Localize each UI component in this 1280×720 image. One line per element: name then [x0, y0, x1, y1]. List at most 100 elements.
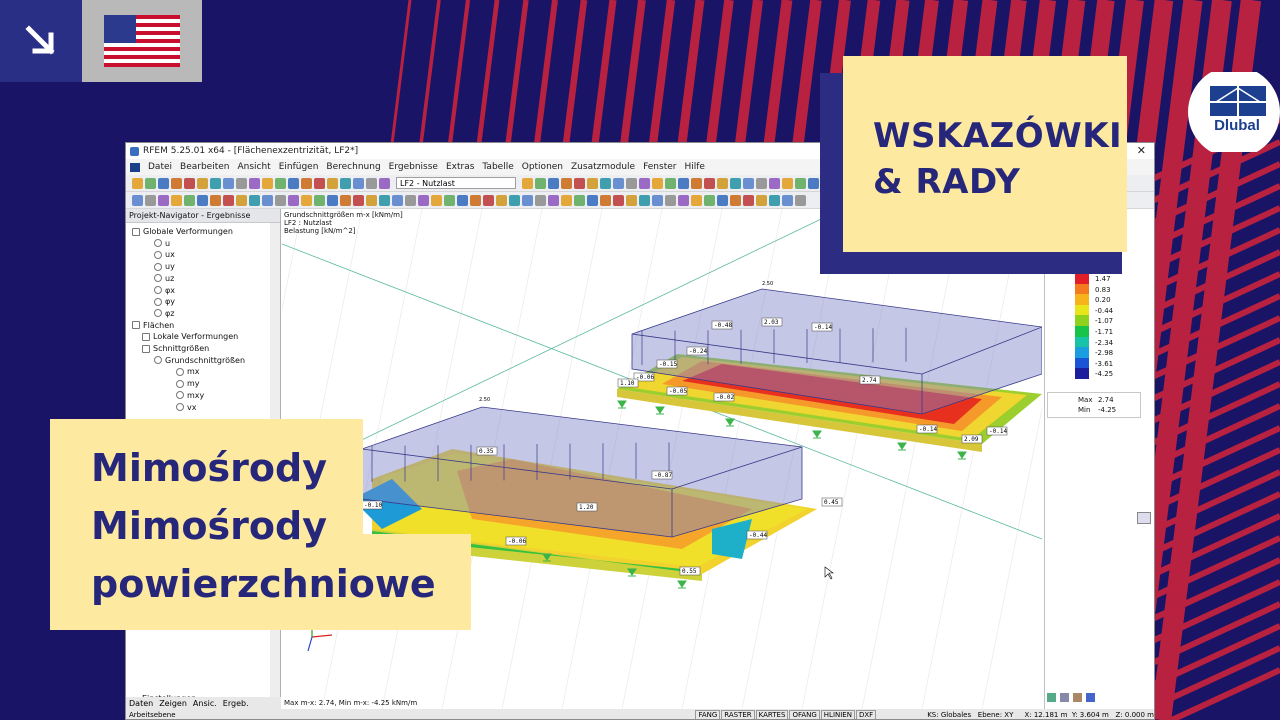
- toolbar-button[interactable]: [223, 194, 234, 206]
- toolbar-button[interactable]: [197, 177, 208, 189]
- navigator-item[interactable]: my: [176, 378, 200, 389]
- checkbox-icon[interactable]: [142, 344, 150, 353]
- toolbar-button[interactable]: [613, 177, 624, 189]
- toolbar-button[interactable]: [457, 194, 468, 206]
- radio-icon[interactable]: [176, 403, 184, 411]
- toolbar-button[interactable]: [769, 194, 780, 206]
- toolbar-button[interactable]: [132, 194, 143, 206]
- toolbar-button[interactable]: [522, 177, 533, 189]
- load-case-select[interactable]: LF2 - Nutzlast: [396, 177, 516, 189]
- toolbar-button[interactable]: [743, 194, 754, 206]
- toolbar-button[interactable]: [548, 177, 559, 189]
- toolbar-button[interactable]: [392, 194, 403, 206]
- toolbar-button[interactable]: [678, 194, 689, 206]
- toolbar-button[interactable]: [756, 194, 767, 206]
- toolbar-button[interactable]: [314, 194, 325, 206]
- menu-einfuegen[interactable]: Einfügen: [279, 162, 319, 172]
- toolbar-button[interactable]: [340, 177, 351, 189]
- toolbar-button[interactable]: [158, 177, 169, 189]
- toolbar-button[interactable]: [366, 194, 377, 206]
- menu-datei[interactable]: Datei: [148, 162, 172, 172]
- tab-ansicht[interactable]: Ansic.: [193, 699, 217, 708]
- radio-icon[interactable]: [154, 309, 162, 318]
- menu-optionen[interactable]: Optionen: [522, 162, 563, 172]
- toolbar-button[interactable]: [470, 194, 481, 206]
- toolbar-button[interactable]: [145, 194, 156, 206]
- toolbar-button[interactable]: [574, 177, 585, 189]
- toolbar-button[interactable]: [197, 194, 208, 206]
- status-dxf-button[interactable]: DXF: [855, 710, 877, 719]
- navigator-item[interactable]: ux: [154, 249, 175, 260]
- navigator-item[interactable]: u: [154, 238, 170, 249]
- toolbar-button[interactable]: [379, 177, 390, 189]
- checkbox-icon[interactable]: [132, 227, 140, 236]
- toolbar-button[interactable]: [340, 194, 351, 206]
- menu-extras[interactable]: Extras: [446, 162, 474, 172]
- navigator-item[interactable]: mxy: [176, 390, 204, 401]
- toolbar-button[interactable]: [743, 177, 754, 189]
- radio-icon[interactable]: [154, 286, 162, 294]
- toolbar-button[interactable]: [431, 194, 442, 206]
- toolbar-button[interactable]: [808, 177, 819, 189]
- menu-fenster[interactable]: Fenster: [643, 162, 676, 172]
- toolbar-button[interactable]: [210, 177, 221, 189]
- toolbar-button[interactable]: [288, 177, 299, 189]
- toolbar-button[interactable]: [600, 177, 611, 189]
- toolbar-button[interactable]: [691, 194, 702, 206]
- radio-icon[interactable]: [176, 367, 184, 376]
- dlubal-logo[interactable]: Dlubal: [1182, 72, 1280, 152]
- toolbar-button[interactable]: [327, 194, 338, 206]
- menu-zusatzmodule[interactable]: Zusatzmodule: [571, 162, 635, 172]
- toolbar-button[interactable]: [717, 194, 728, 206]
- menu-ansicht[interactable]: Ansicht: [237, 162, 270, 172]
- toolbar-button[interactable]: [353, 194, 364, 206]
- toolbar-button[interactable]: [717, 177, 728, 189]
- toolbar-button[interactable]: [275, 177, 286, 189]
- toolbar-button[interactable]: [522, 194, 533, 206]
- menu-tabelle[interactable]: Tabelle: [482, 162, 513, 172]
- menu-app-icon[interactable]: [130, 162, 140, 172]
- status-fang-button[interactable]: FANG: [695, 710, 721, 719]
- toolbar-button[interactable]: [678, 177, 689, 189]
- toolbar-button[interactable]: [262, 177, 273, 189]
- corner-arrow-tile[interactable]: [0, 0, 82, 82]
- toolbar-button[interactable]: [535, 177, 546, 189]
- toolbar-button[interactable]: [639, 177, 650, 189]
- navigator-item[interactable]: Lokale Verformungen: [142, 331, 238, 342]
- navigator-item[interactable]: φy: [154, 296, 175, 307]
- radio-icon[interactable]: [176, 391, 184, 400]
- toolbar-button[interactable]: [327, 177, 338, 189]
- menu-hilfe[interactable]: Hilfe: [684, 162, 704, 172]
- toolbar-button[interactable]: [730, 177, 741, 189]
- navigator-item[interactable]: Schnittgrößen: [142, 343, 209, 354]
- toolbar-button[interactable]: [405, 194, 416, 206]
- toolbar-button[interactable]: [587, 194, 598, 206]
- toolbar-button[interactable]: [366, 177, 377, 189]
- toolbar-button[interactable]: [132, 177, 143, 189]
- toolbar-button[interactable]: [756, 177, 767, 189]
- menu-ergebnisse[interactable]: Ergebnisse: [389, 162, 438, 172]
- toolbar-button[interactable]: [184, 177, 195, 189]
- toolbar-button[interactable]: [262, 194, 273, 206]
- tab-zeigen[interactable]: Zeigen: [159, 699, 187, 708]
- navigator-item[interactable]: φx: [154, 285, 175, 296]
- toolbar-button[interactable]: [145, 177, 156, 189]
- toolbar-button[interactable]: [353, 177, 364, 189]
- model-3d-view[interactable]: 2.03-0.48 -0.14-0.24-0.15-0.061.10 2.74-0.…: [282, 209, 1042, 709]
- legend-color-icon[interactable]: [1086, 693, 1095, 702]
- toolbar-button[interactable]: [782, 177, 793, 189]
- toolbar-button[interactable]: [639, 194, 650, 206]
- toolbar-button[interactable]: [704, 177, 715, 189]
- toolbar-button[interactable]: [613, 194, 624, 206]
- toolbar-button[interactable]: [691, 177, 702, 189]
- navigator-item[interactable]: φz: [154, 308, 174, 319]
- status-kartes-button[interactable]: KARTES: [755, 710, 789, 719]
- status-ofang-button[interactable]: OFANG: [789, 710, 820, 719]
- toolbar-button[interactable]: [171, 194, 182, 206]
- legend-table-icon[interactable]: [1047, 693, 1056, 702]
- toolbar-button[interactable]: [249, 194, 260, 206]
- toolbar-button[interactable]: [535, 194, 546, 206]
- close-icon[interactable]: ✕: [1137, 144, 1146, 157]
- toolbar-button[interactable]: [418, 194, 429, 206]
- navigator-item[interactable]: uy: [154, 261, 175, 272]
